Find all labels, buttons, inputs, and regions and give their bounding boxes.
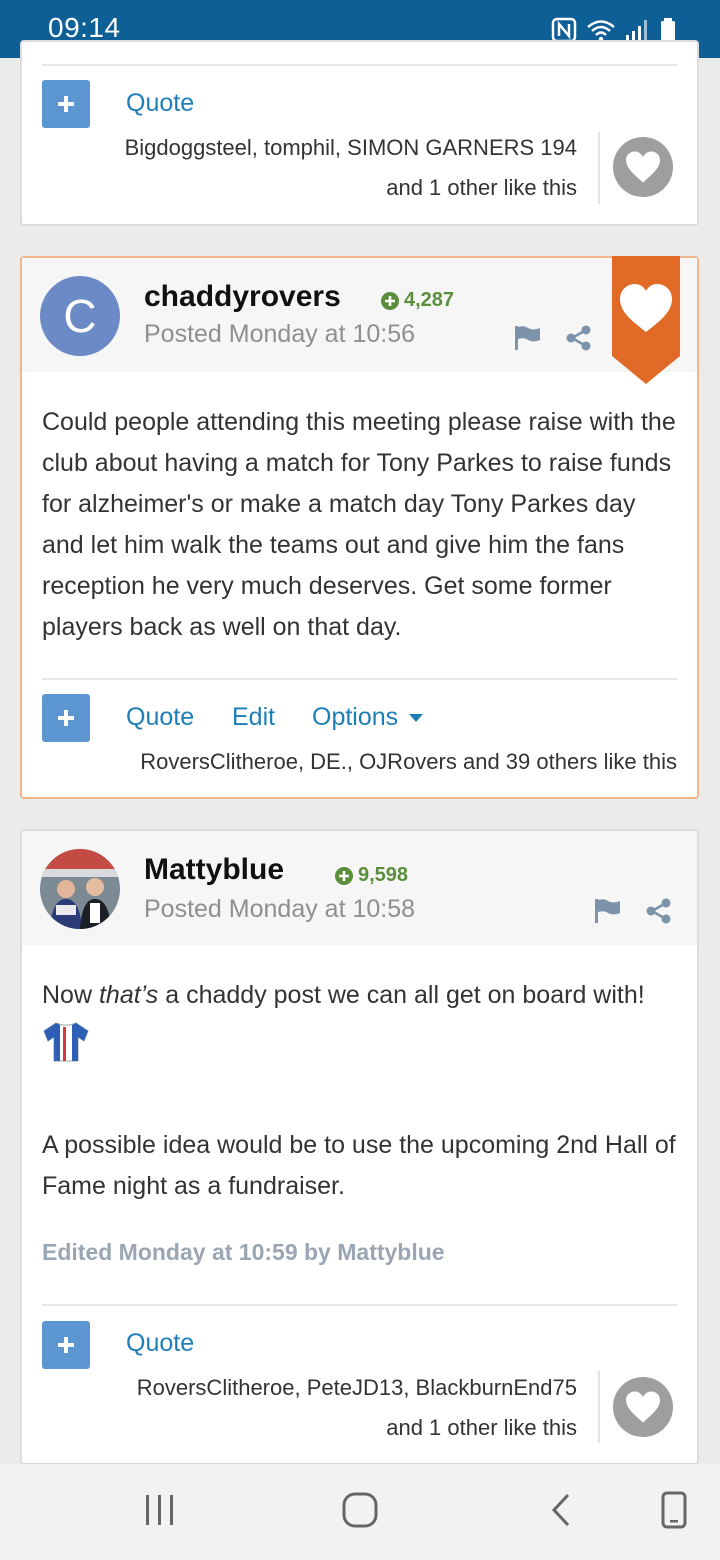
quote-link[interactable]: Quote: [126, 1329, 194, 1358]
body-text: Now: [42, 981, 99, 1009]
rotate-icon[interactable]: [658, 1490, 690, 1530]
plus-circle-icon: [381, 291, 399, 310]
edited-notice: Edited Monday at 10:59 by Mattyblue: [42, 1239, 445, 1265]
post-card-3: Mattyblue 9,598 Posted Monday at 10:58 N…: [20, 829, 699, 1465]
reputation-badge: 4,287: [380, 289, 454, 312]
avatar-image: [40, 849, 120, 929]
like-divider: [598, 132, 600, 204]
quote-link[interactable]: Quote: [126, 89, 194, 118]
options-menu[interactable]: Options: [312, 703, 424, 732]
body-emphasis: that’s: [98, 981, 159, 1009]
home-icon[interactable]: [340, 1490, 380, 1530]
quote-link[interactable]: Quote: [126, 703, 194, 732]
reputation-count: 9,598: [358, 864, 409, 886]
like-button[interactable]: [613, 137, 673, 197]
plus-icon: [58, 710, 74, 726]
avatar-letter: C: [63, 290, 97, 342]
edit-link[interactable]: Edit: [232, 703, 275, 732]
post-body-line-1: Now that’s a chaddy post we can all get …: [42, 975, 682, 1016]
like-button[interactable]: [613, 1377, 673, 1437]
post-header: [22, 258, 697, 372]
likers-line-1[interactable]: RoversClitheroe, PeteJD13, BlackburnEnd7…: [137, 1375, 577, 1401]
likers-line[interactable]: RoversClitheroe, DE., OJRovers and 39 ot…: [140, 749, 677, 775]
system-nav-bar: [0, 1464, 720, 1560]
divider: [42, 1304, 677, 1306]
post-body: Could people attending this meeting plea…: [42, 408, 676, 641]
multiquote-button[interactable]: [42, 80, 90, 128]
username[interactable]: chaddyrovers: [144, 280, 341, 314]
like-divider: [598, 1371, 600, 1443]
flag-icon[interactable]: [594, 898, 622, 924]
wifi-icon: [587, 20, 615, 42]
plus-icon: [58, 1337, 74, 1353]
multiquote-button[interactable]: [42, 1321, 90, 1369]
likers-line-2[interactable]: and 1 other like this: [386, 1415, 577, 1441]
reputation-count: 4,287: [404, 289, 455, 311]
avatar-photo[interactable]: [40, 849, 120, 929]
caret-down-icon: [409, 713, 424, 722]
share-icon[interactable]: [566, 325, 592, 351]
body-text: a chaddy post we can all get on board wi…: [158, 981, 645, 1009]
avatar[interactable]: C: [40, 276, 120, 356]
multiquote-button[interactable]: [42, 694, 90, 742]
back-icon[interactable]: [548, 1490, 576, 1530]
plus-circle-icon: [335, 866, 353, 885]
heart-icon: [626, 151, 660, 183]
post-date[interactable]: Posted Monday at 10:56: [144, 320, 415, 349]
liked-ribbon[interactable]: [612, 256, 680, 384]
post-card-2: C chaddyrovers 4,287 Posted Monday at 10…: [20, 256, 699, 799]
likers-line-2[interactable]: and 1 other like this: [386, 175, 577, 201]
username[interactable]: Mattyblue: [144, 853, 284, 887]
football-shirt-icon: [43, 1022, 89, 1062]
post-body-paragraph-2: A possible idea would be to use the upco…: [42, 1131, 676, 1200]
divider: [42, 678, 677, 680]
signal-icon: [626, 20, 647, 41]
likers-line-1[interactable]: Bigdoggsteel, tomphil, SIMON GARNERS 194: [125, 135, 577, 161]
heart-icon: [626, 1391, 660, 1423]
reputation-badge: 9,598: [334, 864, 408, 887]
post-date[interactable]: Posted Monday at 10:58: [144, 895, 415, 924]
options-label: Options: [312, 703, 399, 731]
divider: [42, 64, 677, 66]
plus-icon: [58, 96, 74, 112]
post-card-1: Quote Bigdoggsteel, tomphil, SIMON GARNE…: [20, 40, 699, 226]
post-header: [22, 831, 697, 945]
flag-icon[interactable]: [514, 325, 542, 351]
recent-apps-icon[interactable]: [142, 1490, 178, 1530]
share-icon[interactable]: [646, 898, 672, 924]
